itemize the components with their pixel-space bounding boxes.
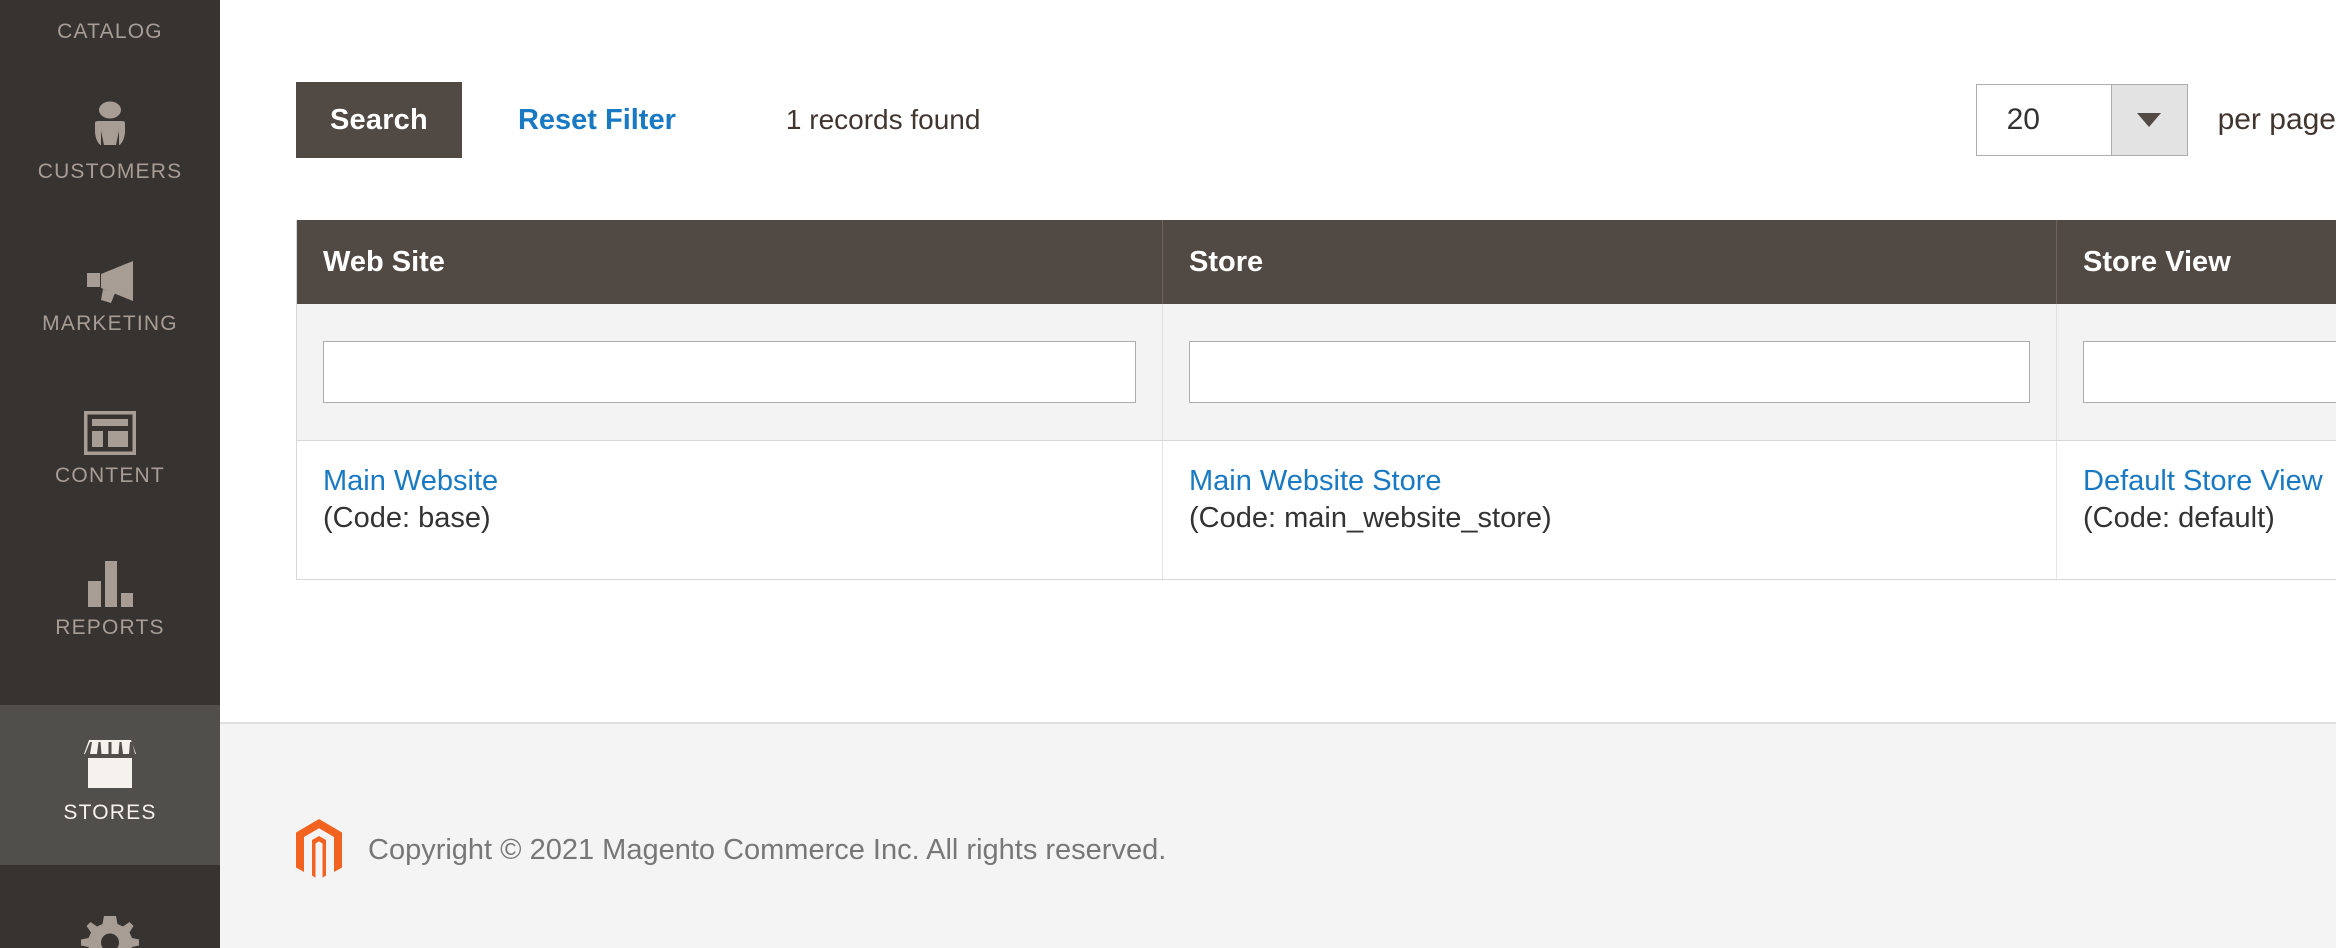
column-header-website[interactable]: Web Site	[297, 220, 1163, 304]
magento-logo-icon	[296, 819, 342, 881]
grid-filter-row	[297, 304, 2336, 440]
layout-icon	[83, 410, 137, 456]
customers-icon	[88, 101, 132, 151]
filter-cell-store	[1163, 304, 2057, 440]
search-button[interactable]: Search	[296, 82, 462, 158]
per-page-value: 20	[1976, 85, 2111, 155]
sidebar-item-system[interactable]	[0, 870, 220, 948]
records-found-label: 1 records found	[785, 104, 981, 135]
cell-storeview: Default Store View (Code: default)	[2057, 441, 2336, 581]
sidebar-item-stores[interactable]: STORES	[0, 705, 220, 865]
table-row[interactable]: Main Website (Code: base) Main Website S…	[297, 440, 2336, 581]
filter-cell-website	[297, 304, 1163, 440]
grid-content: Search Reset Filter 1 records found 20 p…	[220, 0, 2336, 722]
storeview-link[interactable]: Default Store View	[2083, 463, 2336, 500]
copyright-text: Copyright © 2021 Magento Commerce Inc. A…	[368, 833, 1167, 866]
website-code: (Code: base)	[323, 502, 491, 535]
cell-website: Main Website (Code: base)	[297, 441, 1163, 581]
per-page-select[interactable]: 20	[1975, 84, 2188, 156]
sidebar-nav: CATALOG CUSTOMERS MARKETING CONTENT REPO…	[0, 0, 220, 948]
column-header-storeview[interactable]: Store View	[2057, 220, 2336, 304]
sidebar-item-label: CATALOG	[57, 20, 163, 43]
storeview-code: (Code: default)	[2083, 502, 2275, 535]
grid-header-row: Web Site Store Store View	[297, 220, 2336, 304]
megaphone-icon	[81, 259, 139, 303]
per-page-control: 20 per page	[1975, 82, 2336, 158]
sidebar-item-customers[interactable]: CUSTOMERS	[0, 66, 220, 192]
store-code: (Code: main_website_store)	[1189, 502, 1552, 535]
cell-store: Main Website Store (Code: main_website_s…	[1163, 441, 2057, 581]
website-filter-input[interactable]	[323, 341, 1136, 403]
sidebar-item-catalog[interactable]: CATALOG	[0, 0, 220, 52]
sidebar-item-marketing[interactable]: MARKETING	[0, 218, 220, 344]
page-footer: Copyright © 2021 Magento Commerce Inc. A…	[220, 722, 2336, 948]
column-header-store[interactable]: Store	[1163, 220, 2057, 304]
sidebar-item-label: MARKETING	[42, 312, 178, 335]
catalog-icon	[82, 0, 138, 11]
caret-shape	[2137, 113, 2162, 127]
main-content-area: Search Reset Filter 1 records found 20 p…	[220, 0, 2336, 948]
admin-page: CATALOG CUSTOMERS MARKETING CONTENT REPO…	[0, 0, 2336, 948]
store-link[interactable]: Main Website Store	[1189, 463, 2030, 500]
chevron-down-icon[interactable]	[2110, 85, 2187, 155]
website-link[interactable]: Main Website	[323, 463, 1136, 500]
sidebar-item-content[interactable]: CONTENT	[0, 370, 220, 496]
gear-icon	[81, 912, 139, 948]
sidebar-item-label: CONTENT	[55, 464, 165, 487]
sidebar-item-label: CUSTOMERS	[37, 160, 183, 183]
sidebar-item-reports[interactable]: REPORTS	[0, 522, 220, 648]
bar-chart-icon	[85, 559, 135, 607]
sidebar-item-label: REPORTS	[55, 616, 165, 639]
store-filter-input[interactable]	[1189, 341, 2030, 403]
stores-grid: Web Site Store Store View Main Website (…	[296, 220, 2336, 581]
per-page-label: per page	[2217, 103, 2336, 136]
storefront-icon	[79, 738, 141, 792]
reset-filter-link[interactable]: Reset Filter	[518, 104, 676, 137]
footer-inner: Copyright © 2021 Magento Commerce Inc. A…	[296, 819, 1166, 881]
filter-cell-storeview	[2057, 304, 2336, 440]
sidebar-item-label: STORES	[63, 800, 157, 824]
storeview-filter-input[interactable]	[2083, 341, 2336, 403]
